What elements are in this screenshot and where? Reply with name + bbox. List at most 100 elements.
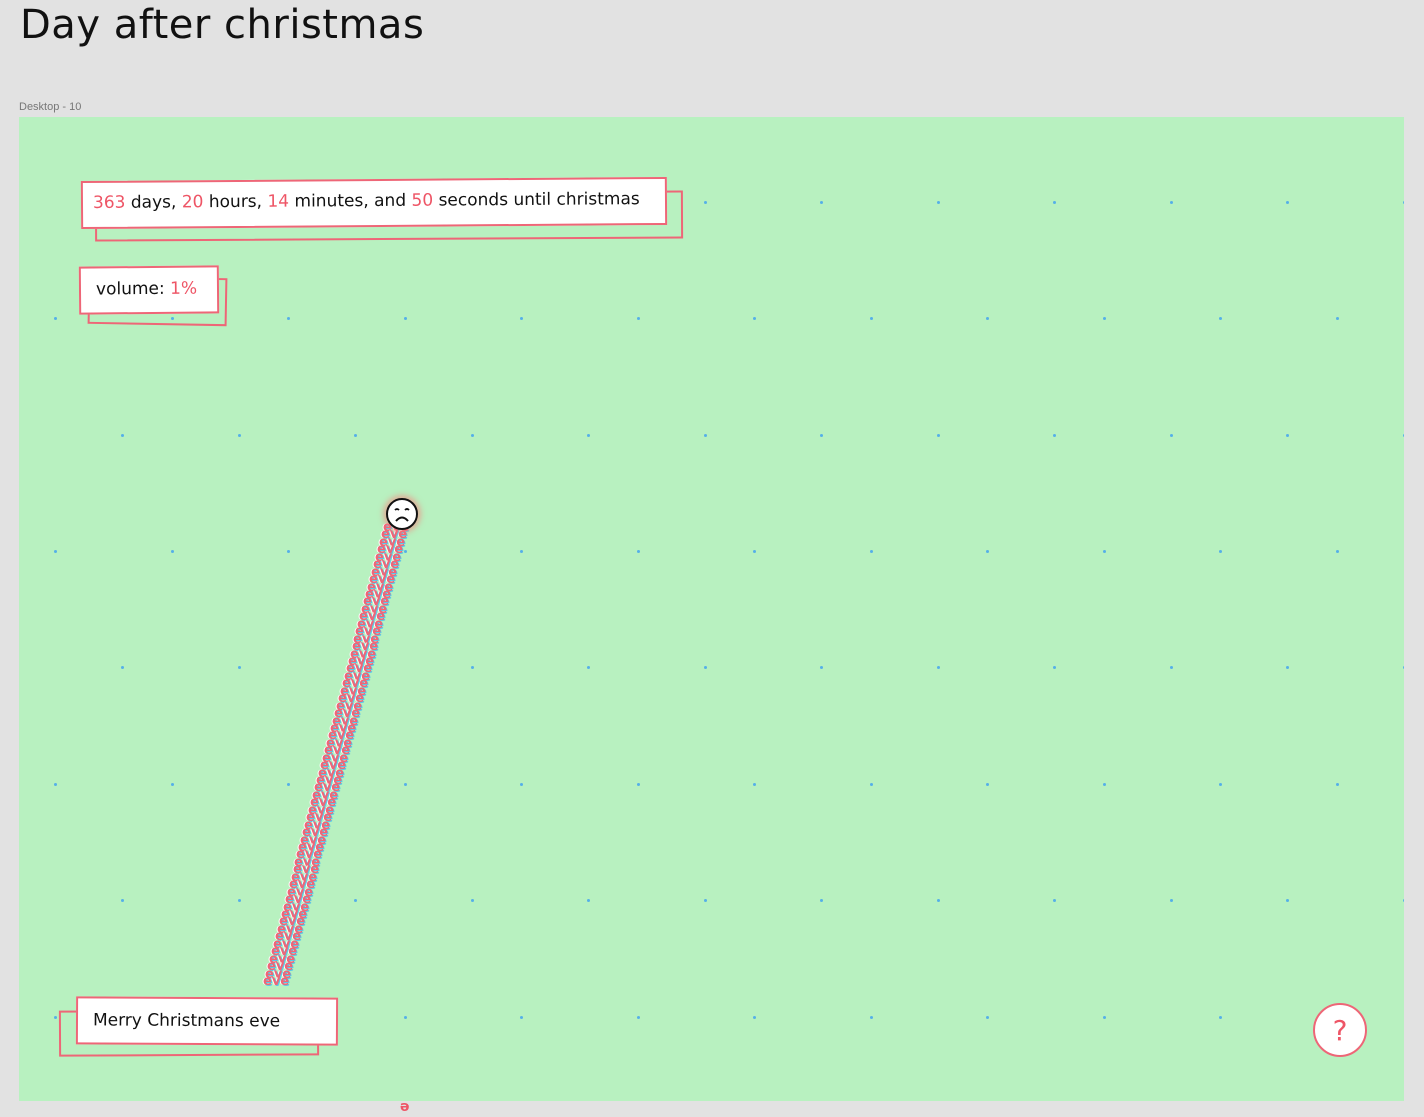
sad-face-icon[interactable] xyxy=(386,498,418,530)
grid-dot xyxy=(1286,666,1289,669)
message-text: Merry Christmans eve xyxy=(92,1010,281,1032)
grid-dot xyxy=(704,666,707,669)
grid-dot xyxy=(986,317,989,320)
grid-dot xyxy=(820,666,823,669)
grid-dot xyxy=(870,317,873,320)
grid-dot xyxy=(121,899,124,902)
countdown-hours-label: hours, xyxy=(203,191,268,213)
grid-dot xyxy=(1336,317,1339,320)
grid-dot xyxy=(820,201,823,204)
grid-dot xyxy=(1336,550,1339,553)
grid-dot xyxy=(637,317,640,320)
grid-dot xyxy=(587,666,590,669)
countdown-seconds-label: seconds until christmas xyxy=(433,189,640,211)
grid-dot xyxy=(1053,201,1056,204)
grid-dot xyxy=(637,783,640,786)
grid-dot xyxy=(520,783,523,786)
countdown-seconds: 50 xyxy=(411,190,434,211)
grid-dot xyxy=(587,434,590,437)
grid-dot xyxy=(937,434,940,437)
grid-dot xyxy=(820,899,823,902)
message-card: Merry Christmans eve xyxy=(75,996,339,1046)
grid-dot xyxy=(1170,899,1173,902)
grid-dot xyxy=(637,550,640,553)
countdown-days: 363 xyxy=(92,192,126,213)
grid-dot xyxy=(1170,434,1173,437)
grid-dot xyxy=(1103,1016,1106,1019)
grid-dot xyxy=(171,550,174,553)
countdown-hours: 20 xyxy=(181,192,204,213)
grid-dot xyxy=(404,783,407,786)
grid-dot xyxy=(1219,550,1222,553)
grid-dot xyxy=(54,1016,57,1019)
countdown-minutes: 14 xyxy=(267,191,290,212)
grid-dot xyxy=(287,317,290,320)
grid-dot xyxy=(471,666,474,669)
grid-dot xyxy=(1286,201,1289,204)
grid-dot xyxy=(937,201,940,204)
volume-label: volume: xyxy=(95,278,171,300)
grid-dot xyxy=(354,434,357,437)
canvas: 363 days, 20 hours, 14 minutes, and 50 s… xyxy=(19,117,1404,1101)
grid-dot xyxy=(704,434,707,437)
grid-dot xyxy=(171,783,174,786)
grid-dot xyxy=(986,1016,989,1019)
page-title: Day after christmas xyxy=(20,2,425,48)
grid-dot xyxy=(753,783,756,786)
countdown-days-label: days, xyxy=(125,192,182,213)
grid-dot xyxy=(637,1016,640,1019)
grid-dot xyxy=(1053,899,1056,902)
grid-dot xyxy=(287,550,290,553)
grid-dot xyxy=(937,899,940,902)
grid-dot xyxy=(1219,317,1222,320)
grid-dot xyxy=(1403,434,1404,437)
grid-dot xyxy=(1403,201,1404,204)
grid-dot xyxy=(870,550,873,553)
grid-dot xyxy=(1170,666,1173,669)
grid-dot xyxy=(1403,899,1404,902)
grid-dot xyxy=(1053,666,1056,669)
countdown-text: 363 days, 20 hours, 14 minutes, and 50 s… xyxy=(93,189,640,213)
grid-dot xyxy=(986,550,989,553)
countdown-card: 363 days, 20 hours, 14 minutes, and 50 s… xyxy=(80,176,668,230)
grid-dot xyxy=(753,1016,756,1019)
grid-dot xyxy=(471,899,474,902)
grid-dot xyxy=(287,783,290,786)
countdown-minutes-label: minutes, and xyxy=(289,190,412,212)
grid-dot xyxy=(1219,1016,1222,1019)
grid-dot xyxy=(870,783,873,786)
volume-text: volume: 1% xyxy=(96,279,197,300)
grid-dot xyxy=(121,434,124,437)
grid-dot xyxy=(1403,666,1404,669)
grid-dot xyxy=(1286,434,1289,437)
grid-dot xyxy=(1103,317,1106,320)
grid-dot xyxy=(704,899,707,902)
grid-dot xyxy=(587,899,590,902)
grid-dot xyxy=(54,317,57,320)
grid-dot xyxy=(354,899,357,902)
grid-dot xyxy=(1170,201,1173,204)
grid-dot xyxy=(1103,783,1106,786)
grid-dot xyxy=(1336,783,1339,786)
grid-dot xyxy=(404,317,407,320)
grid-dot xyxy=(1053,434,1056,437)
grid-dot xyxy=(238,666,241,669)
grid-dot xyxy=(870,1016,873,1019)
grid-dot xyxy=(238,434,241,437)
grid-dot xyxy=(820,434,823,437)
grid-dot xyxy=(937,666,940,669)
grid-dot xyxy=(1286,899,1289,902)
grid-dot xyxy=(238,899,241,902)
grid-dot xyxy=(54,783,57,786)
grid-dot xyxy=(986,783,989,786)
grid-dot xyxy=(404,550,407,553)
grid-dot xyxy=(520,317,523,320)
help-button[interactable]: ? xyxy=(1313,1003,1367,1057)
grid-dot xyxy=(1103,550,1106,553)
grid-dot xyxy=(54,550,57,553)
stray-glyph: ə xyxy=(400,1099,410,1115)
grid-dot xyxy=(753,317,756,320)
grid-dot xyxy=(471,434,474,437)
grid-dot xyxy=(704,201,707,204)
eve-trail-item: eve xyxy=(263,974,290,989)
